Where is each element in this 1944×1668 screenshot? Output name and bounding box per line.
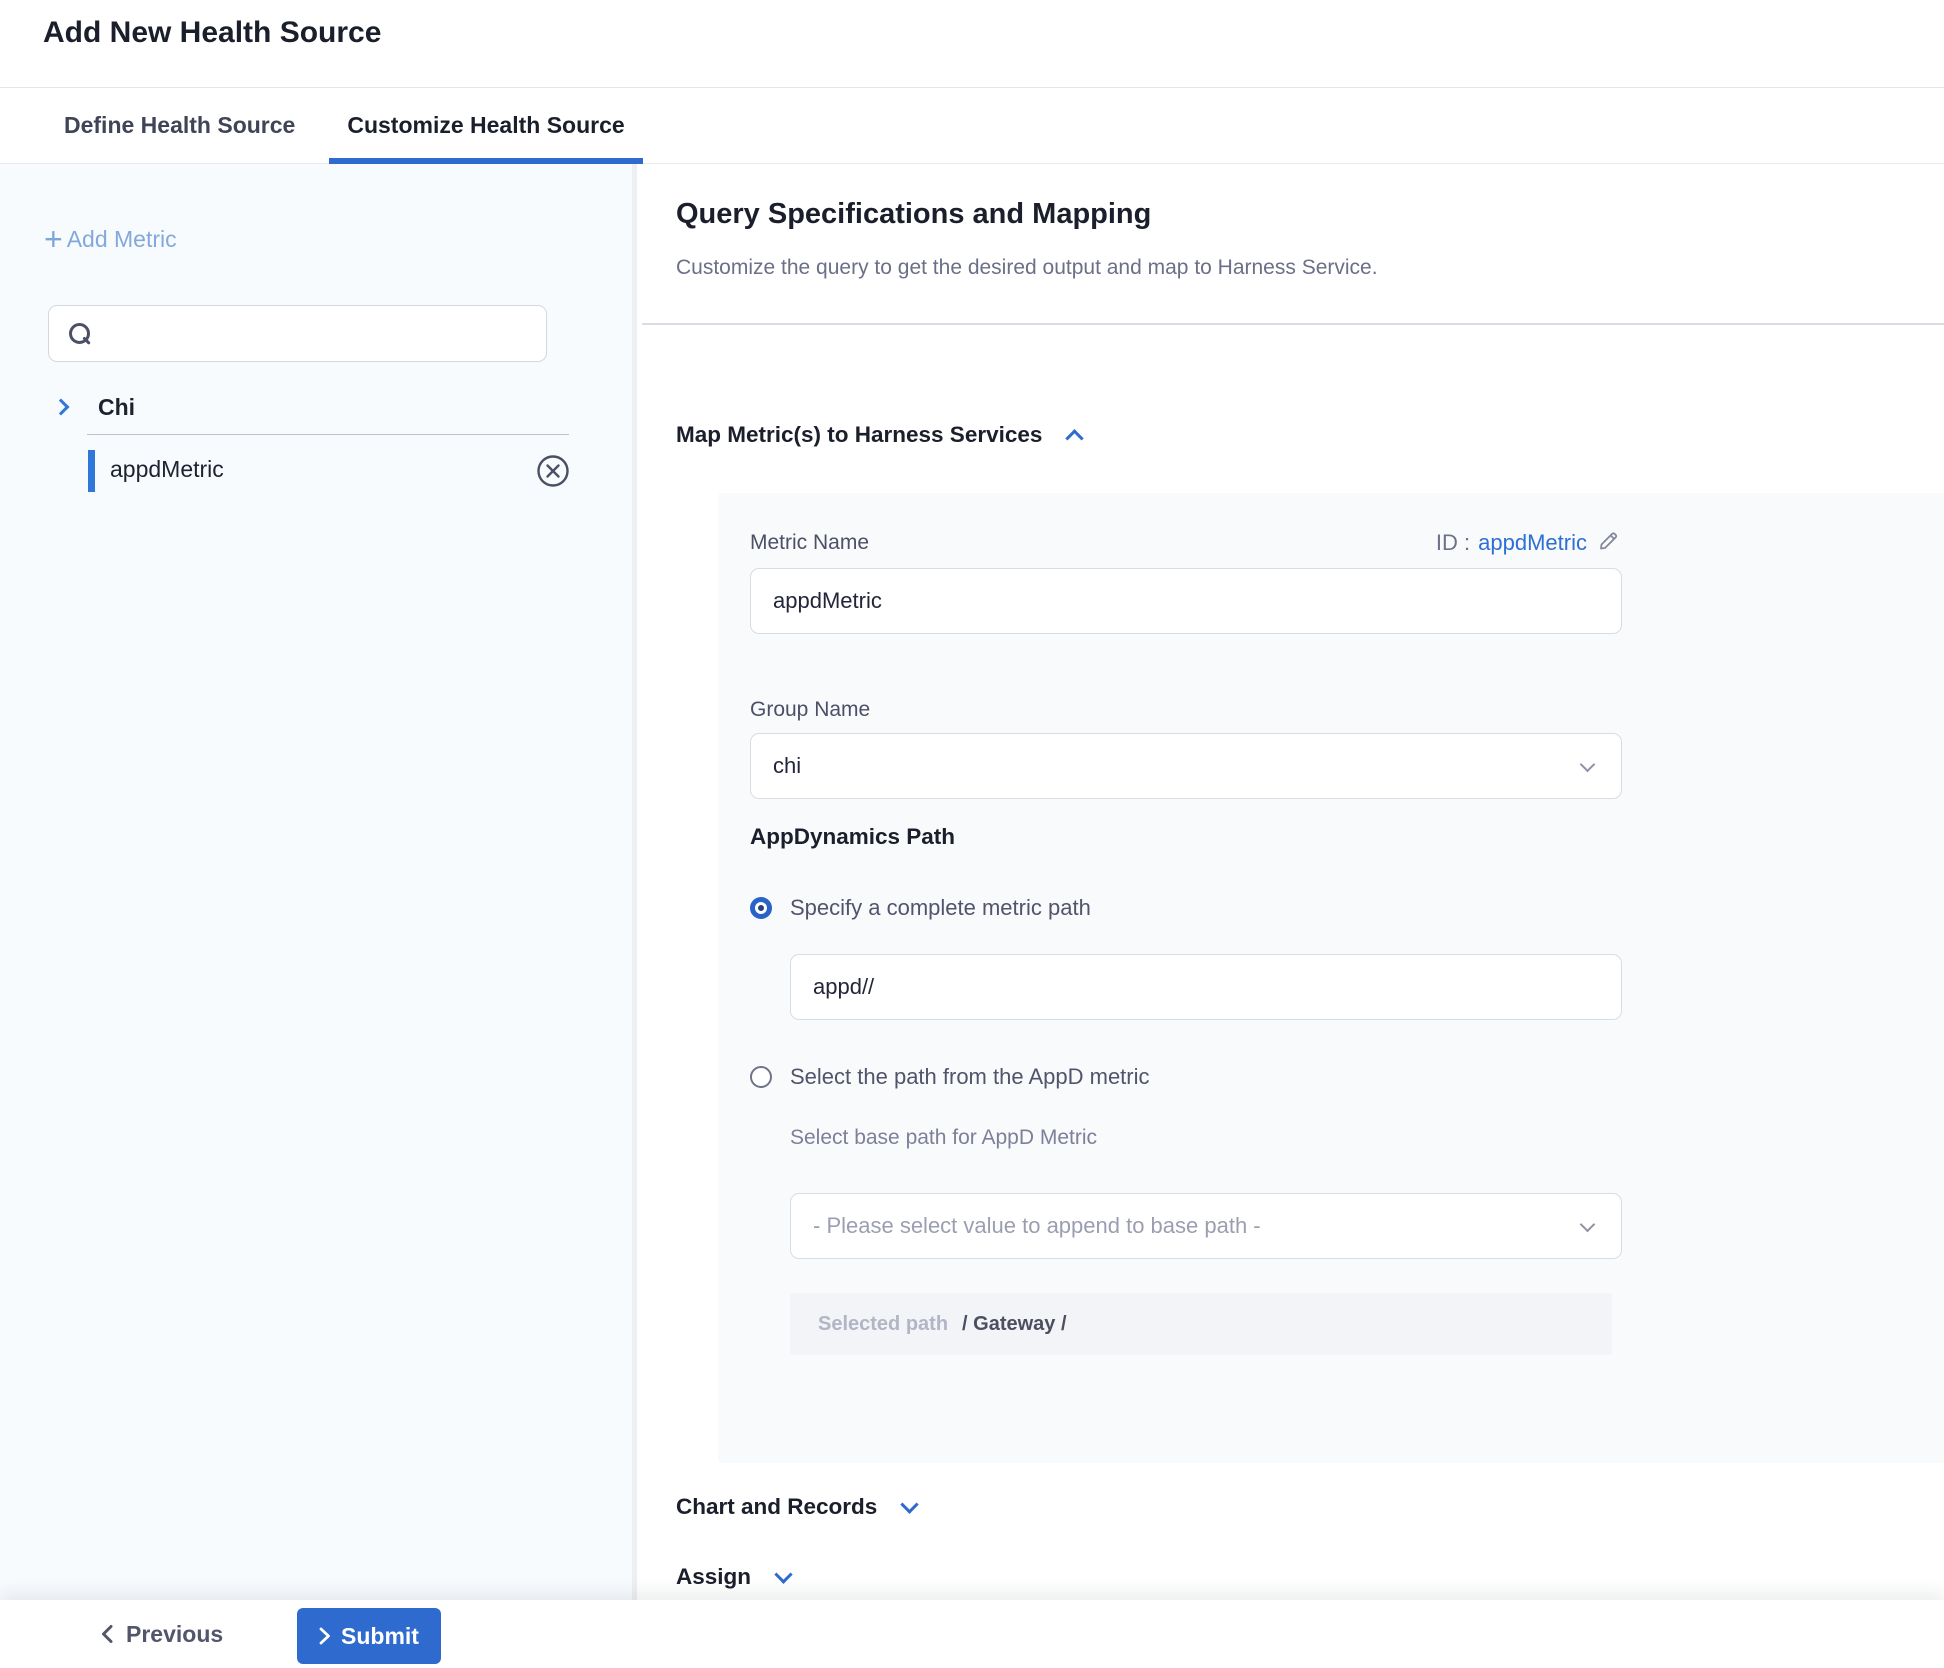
tab-customize-health-source[interactable]: Customize Health Source <box>329 88 642 163</box>
assign-section-header[interactable]: Assign <box>676 1564 790 1590</box>
metric-search-input[interactable] <box>103 306 533 361</box>
query-specifications-panel: Query Specifications and Mapping Customi… <box>642 164 1944 1600</box>
chart-and-records-section-header[interactable]: Chart and Records <box>676 1494 916 1520</box>
appdynamics-path-title: AppDynamics Path <box>750 824 955 850</box>
metric-name-label: Metric Name <box>750 531 869 555</box>
radio-label: Select the path from the AppD metric <box>790 1064 1150 1090</box>
base-path-placeholder: - Please select value to append to base … <box>813 1194 1261 1257</box>
edit-id-icon[interactable] <box>1597 527 1622 558</box>
metric-search-box <box>48 305 547 362</box>
section-subtitle: Customize the query to get the desired o… <box>676 256 1378 280</box>
group-name-select[interactable]: chi <box>750 733 1622 799</box>
radio-select-path-from-appd[interactable]: Select the path from the AppD metric <box>750 1064 1150 1090</box>
id-value-link[interactable]: appdMetric <box>1478 530 1587 556</box>
submit-label: Submit <box>341 1623 419 1650</box>
metric-mapping-card: Metric Name ID : appdMetric Group Na <box>718 493 1944 1463</box>
group-name-label: Group Name <box>750 698 870 722</box>
page-title: Add New Health Source <box>43 16 381 50</box>
map-metrics-section-header[interactable]: Map Metric(s) to Harness Services <box>676 422 1081 448</box>
remove-metric-icon[interactable] <box>536 454 570 488</box>
chevron-down-icon <box>1580 1217 1596 1233</box>
base-path-select[interactable]: - Please select value to append to base … <box>790 1193 1622 1259</box>
chevron-right-icon <box>53 399 70 416</box>
add-health-source-drawer: Add New Health Source Define Health Sour… <box>0 0 1944 1668</box>
add-metric-label: Add Metric <box>67 226 177 253</box>
map-metrics-title: Map Metric(s) to Harness Services <box>676 422 1042 448</box>
selected-path-prefix: Selected path <box>818 1313 948 1336</box>
metric-id-line: ID : appdMetric <box>1436 527 1622 558</box>
sidebar-item-appdmetric[interactable]: appdMetric <box>0 447 632 495</box>
footer-bar: Previous Submit <box>0 1600 1944 1668</box>
radio-label: Specify a complete metric path <box>790 895 1091 921</box>
submit-button[interactable]: Submit <box>297 1608 441 1664</box>
assign-title: Assign <box>676 1564 751 1590</box>
chart-and-records-title: Chart and Records <box>676 1494 877 1520</box>
radio-complete-metric-path[interactable]: Specify a complete metric path <box>750 895 1091 921</box>
drawer-header: Add New Health Source <box>0 0 1944 87</box>
id-prefix: ID : <box>1436 530 1470 556</box>
chevron-down-icon <box>1580 757 1596 773</box>
section-title: Query Specifications and Mapping <box>676 198 1151 231</box>
metric-item-label: appdMetric <box>110 456 224 483</box>
tab-label: Define Health Source <box>64 112 295 139</box>
tab-define-health-source[interactable]: Define Health Source <box>46 88 313 163</box>
chevron-left-icon <box>100 1624 114 1644</box>
radio-selected-icon <box>750 897 772 919</box>
radio-unselected-icon <box>750 1066 772 1088</box>
add-metric-button[interactable]: + Add Metric <box>44 221 177 257</box>
base-path-label: Select base path for AppD Metric <box>790 1126 1097 1150</box>
chevron-down-icon <box>901 1495 919 1513</box>
plus-icon: + <box>44 224 63 254</box>
sidebar-group-chi[interactable]: Chi <box>0 392 632 428</box>
chevron-down-icon <box>774 1565 792 1583</box>
tab-label: Customize Health Source <box>347 112 624 139</box>
selected-path-bar: Selected path / Gateway / <box>790 1293 1612 1355</box>
previous-label: Previous <box>126 1621 223 1648</box>
search-icon <box>69 323 93 347</box>
group-name-value: chi <box>773 734 801 797</box>
previous-button[interactable]: Previous <box>100 1614 223 1654</box>
group-label: Chi <box>98 394 135 421</box>
selected-path-value: / Gateway / <box>962 1313 1067 1336</box>
tab-bar: Define Health Source Customize Health So… <box>0 87 1944 164</box>
divider <box>642 323 1944 325</box>
sidebar-divider <box>87 434 569 435</box>
metrics-sidebar: + Add Metric Chi appdMetric <box>0 164 637 1600</box>
selected-indicator-bar <box>88 450 95 492</box>
metric-name-input[interactable] <box>750 568 1622 634</box>
chevron-right-icon <box>319 1627 331 1645</box>
chevron-up-icon <box>1066 429 1084 447</box>
complete-metric-path-input[interactable] <box>790 954 1622 1020</box>
